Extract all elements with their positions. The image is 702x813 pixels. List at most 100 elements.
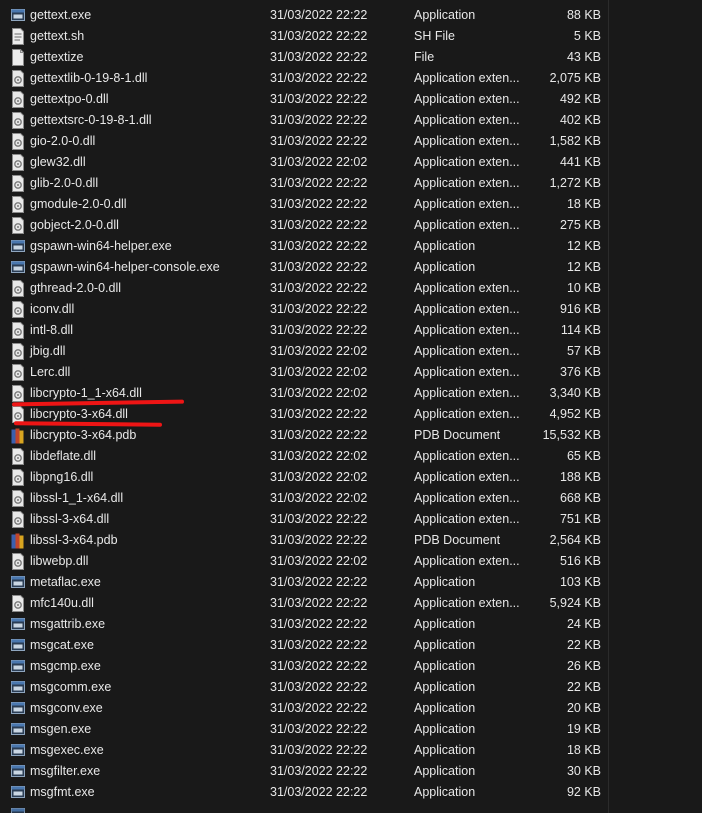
exe-icon (11, 700, 25, 717)
file-date-modified: 31/03/2022 22:22 (270, 323, 368, 337)
file-size: 1,582 KB (549, 134, 601, 148)
file-row[interactable]: glew32.dll 31/03/2022 22:02 Application ex… (0, 152, 608, 173)
file-size: 1,272 KB (549, 176, 601, 190)
file-row[interactable]: libpng16.dll 31/03/2022 22:02 Application … (0, 467, 608, 488)
file-name: msgen.exe (30, 722, 92, 736)
file-size: 402 KB (559, 113, 601, 127)
file-name: iconv.dll (30, 302, 75, 316)
dll-icon (11, 280, 25, 297)
file-row[interactable]: Lerc.dll 31/03/2022 22:02 Application exte… (0, 362, 608, 383)
file-row[interactable]: glib-2.0-0.dll 31/03/2022 22:22 Applicatio… (0, 173, 608, 194)
dll-icon (11, 553, 25, 570)
file-date-modified: 31/03/2022 22:22 (270, 638, 368, 652)
exe-icon (11, 637, 25, 654)
file-type: Application exten... (414, 92, 520, 106)
file-row[interactable]: libssl-3-x64.pdb 31/03/2022 22:22 PDB Docu… (0, 530, 608, 551)
file-row[interactable]: libssl-3-x64.dll 31/03/2022 22:22 Applicat… (0, 509, 608, 530)
file-name: gio-2.0-0.dll (30, 134, 96, 148)
file-row[interactable]: gettext.exe 31/03/2022 22:22 Application 88… (0, 5, 608, 26)
file-type: Application (414, 575, 476, 589)
file-row[interactable]: gettextlib-0-19-8-1.dll 31/03/2022 22:22 A… (0, 68, 608, 89)
file-size: 10 KB (566, 281, 601, 295)
file-date-modified: 31/03/2022 22:22 (270, 260, 368, 274)
file-row[interactable]: msgattrib.exe 31/03/2022 22:22 Application… (0, 614, 608, 635)
file-size: 5 KB (573, 29, 601, 43)
file-name: gspawn-win64-helper-console.exe (30, 260, 220, 274)
file-name: gspawn-win64-helper.exe (30, 239, 172, 253)
file-row[interactable]: msgen.exe 31/03/2022 22:22 Application 19 K… (0, 719, 608, 740)
file-row[interactable]: gthread-2.0-0.dll 31/03/2022 22:22 Applica… (0, 278, 608, 299)
file-row[interactable]: iconv.dll 31/03/2022 22:22 Application ext… (0, 299, 608, 320)
file-row[interactable]: libwebp.dll 31/03/2022 22:02 Application e… (0, 551, 608, 572)
file-name: glib-2.0-0.dll (30, 176, 99, 190)
file-row[interactable]: mfc140u.dll 31/03/2022 22:22 Application e… (0, 593, 608, 614)
file-row[interactable]: jbig.dll 31/03/2022 22:02 Application exte… (0, 341, 608, 362)
dll-icon (11, 490, 25, 507)
dll-icon (11, 385, 25, 402)
file-row[interactable]: msgcat.exe 31/03/2022 22:22 Application 22 … (0, 635, 608, 656)
file-size: 3,340 KB (549, 386, 601, 400)
file-date-modified: 31/03/2022 22:22 (270, 197, 368, 211)
file-row[interactable]: gettextize 31/03/2022 22:22 File 43 KB (0, 47, 608, 68)
file-type: Application exten... (414, 323, 520, 337)
file-name: msgcmp.exe (30, 659, 101, 673)
file-row[interactable]: gettextpo-0.dll 31/03/2022 22:22 Applicati… (0, 89, 608, 110)
file-type: Application (414, 701, 476, 715)
file-row[interactable]: gio-2.0-0.dll 31/03/2022 22:22 Application… (0, 131, 608, 152)
file-row[interactable]: intl-8.dll 31/03/2022 22:22 Application ex… (0, 320, 608, 341)
file-row[interactable]: libdeflate.dll 31/03/2022 22:02 Applicatio… (0, 446, 608, 467)
file-row[interactable]: gspawn-win64-helper.exe 31/03/2022 22:22 A… (0, 236, 608, 257)
file-row-partial[interactable] (0, 804, 608, 813)
file-name: msgfmt.exe (30, 785, 95, 799)
file-date-modified: 31/03/2022 22:22 (270, 218, 368, 232)
file-type: Application exten... (414, 491, 520, 505)
file-row[interactable]: msgfilter.exe 31/03/2022 22:22 Application… (0, 761, 608, 782)
file-name: libcrypto-3-x64.pdb (30, 428, 137, 442)
file-row[interactable]: msgexec.exe 31/03/2022 22:22 Application 18… (0, 740, 608, 761)
file-row[interactable]: libcrypto-3-x64.pdb 31/03/2022 22:22 PDB D… (0, 425, 608, 446)
file-row[interactable]: msgcmp.exe 31/03/2022 22:22 Application 26 … (0, 656, 608, 677)
file-type: Application (414, 260, 476, 274)
file-row[interactable]: gspawn-win64-helper-console.exe 31/03/202… (0, 257, 608, 278)
file-row[interactable]: msgfmt.exe 31/03/2022 22:22 Application 92 … (0, 782, 608, 803)
file-size: 20 KB (566, 701, 601, 715)
dll-icon (11, 154, 25, 171)
file-date-modified: 31/03/2022 22:02 (270, 155, 368, 169)
dll-icon (11, 469, 25, 486)
file-size: 188 KB (559, 470, 601, 484)
file-date-modified: 31/03/2022 22:22 (270, 722, 368, 736)
file-type: Application exten... (414, 155, 520, 169)
exe-icon (11, 658, 25, 675)
file-row[interactable]: gobject-2.0-0.dll 31/03/2022 22:22 Applica… (0, 215, 608, 236)
file-type: Application (414, 743, 476, 757)
file-date-modified: 31/03/2022 22:22 (270, 533, 368, 547)
file-name: Lerc.dll (30, 365, 71, 379)
file-name: gettext.sh (30, 29, 85, 43)
file-date-modified: 31/03/2022 22:22 (270, 92, 368, 106)
file-type: Application (414, 764, 476, 778)
file-type: Application exten... (414, 218, 520, 232)
file-type: Application (414, 722, 476, 736)
file-row[interactable]: metaflac.exe 31/03/2022 22:22 Application 1… (0, 572, 608, 593)
file-row[interactable]: msgcomm.exe 31/03/2022 22:22 Application 22… (0, 677, 608, 698)
file-date-modified: 31/03/2022 22:22 (270, 8, 368, 22)
file-row[interactable]: msgconv.exe 31/03/2022 22:22 Application 20… (0, 698, 608, 719)
file-size: 65 KB (566, 449, 601, 463)
file-date-modified: 31/03/2022 22:22 (270, 617, 368, 631)
file-type: PDB Document (414, 428, 501, 442)
exe-icon (11, 238, 25, 255)
file-row[interactable]: libssl-1_1-x64.dll 31/03/2022 22:02 Applic… (0, 488, 608, 509)
file-row[interactable]: gettext.sh 31/03/2022 22:22 SH File 5 KB (0, 26, 608, 47)
file-row[interactable]: gettextsrc-0-19-8-1.dll 31/03/2022 22:22 A… (0, 110, 608, 131)
file-type: Application (414, 659, 476, 673)
blank-file-icon (11, 49, 25, 66)
dll-icon (11, 91, 25, 108)
file-row[interactable]: gmodule-2.0-0.dll 31/03/2022 22:22 Applica… (0, 194, 608, 215)
dll-icon (11, 112, 25, 129)
file-type: SH File (414, 29, 455, 43)
file-type: Application exten... (414, 176, 520, 190)
file-list[interactable]: gettext.exe 31/03/2022 22:22 Application 88… (0, 0, 702, 813)
file-date-modified: 31/03/2022 22:22 (270, 743, 368, 757)
file-date-modified: 31/03/2022 22:02 (270, 386, 368, 400)
file-size: 492 KB (559, 92, 601, 106)
